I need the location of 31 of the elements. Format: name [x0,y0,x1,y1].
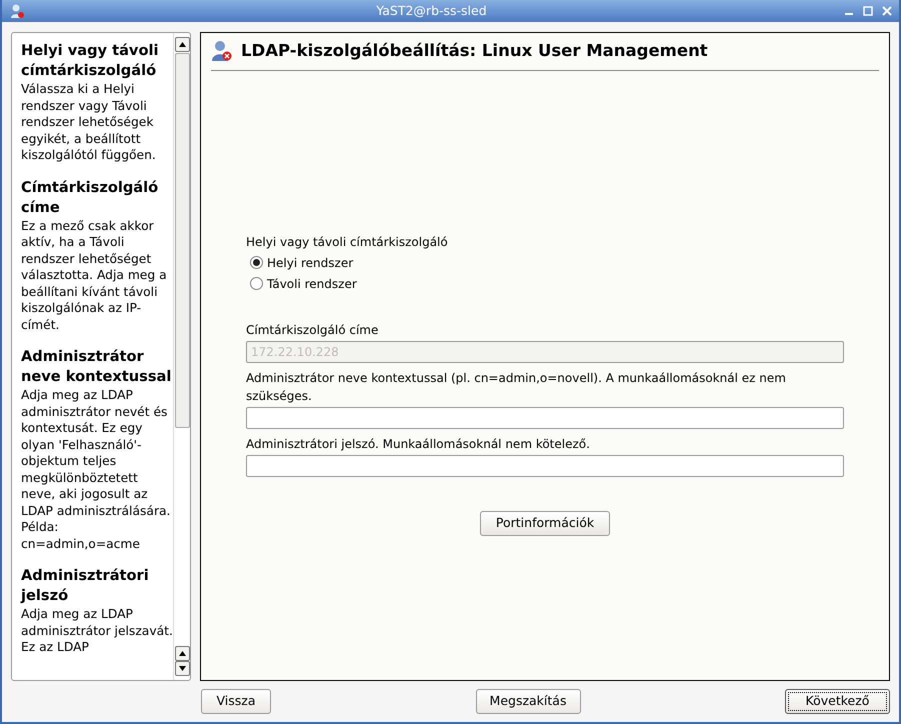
scroll-up-icon[interactable] [175,37,190,52]
radio-label[interactable]: Helyi rendszer [267,254,354,272]
help-text: Ez a mező csak akkor aktív, ha a Távoli rendszer lehetőséget választotta. Adja meg a beállítani kívánt távoli kiszolgálónak az IP-címét. [21,218,168,333]
help-heading: Adminisztrátori jelszó [21,566,150,606]
input-field[interactable] [246,406,844,429]
radio-button[interactable] [250,277,263,290]
help-heading: Helyi vagy távoli címtárkiszolgáló [21,41,160,81]
help-text: Adja meg az LDAP adminisztrátor nevét és kontextusát. Ez egy olyan 'Felhasználó'-objektum teljes megkülönböztetett neve, aki jogosult az LDAP adminisztrálására. Példa: cn=admin,o=acme [21,387,172,552]
scroll-up-icon[interactable] [175,646,190,661]
help-text: Válassza ki a Helyi rendszer vagy Távoli rendszer lehetőségek egyikét, a beállított kiszolgálótól függően. [21,81,157,164]
port-info-button[interactable]: Portinformációk [480,510,610,536]
help-heading: Címtárkiszolgáló címe [21,178,160,218]
input-field[interactable] [246,454,844,477]
user-icon [211,40,233,62]
help-text: Adja meg az LDAP adminisztrátor jelszavát. Ez az LDAP [21,606,173,656]
radio-button[interactable] [250,256,263,270]
cancel-button[interactable]: Megszakítás [476,689,580,714]
next-button[interactable]: Következő [785,689,890,714]
help-heading: Adminisztrátor neve kontextussal [21,347,172,387]
field-label: Címtárkiszolgáló címe [246,322,380,339]
scroll-thumb[interactable] [175,53,190,428]
group-label: Helyi vagy távoli címtárkiszolgáló [246,234,449,251]
field-label: Adminisztrátori jelszó. Munkaállomásoknál nem kötelező. [246,436,591,453]
window-title: YaST2@rb-ss-sled [375,2,488,20]
dialog-title: LDAP-kiszolgálóbeállítás: Linux User Management [241,40,708,62]
app-icon [9,3,25,19]
field-label: Adminisztrátor neve kontextussal (pl. cn=admin,o=novell). A munkaállomásoknál ez nem szükséges. [246,370,787,405]
scrollbar[interactable] [173,33,190,680]
back-button[interactable]: Vissza [201,689,271,714]
scroll-down-icon[interactable] [175,661,190,676]
radio-label[interactable]: Távoli rendszer [267,274,357,293]
